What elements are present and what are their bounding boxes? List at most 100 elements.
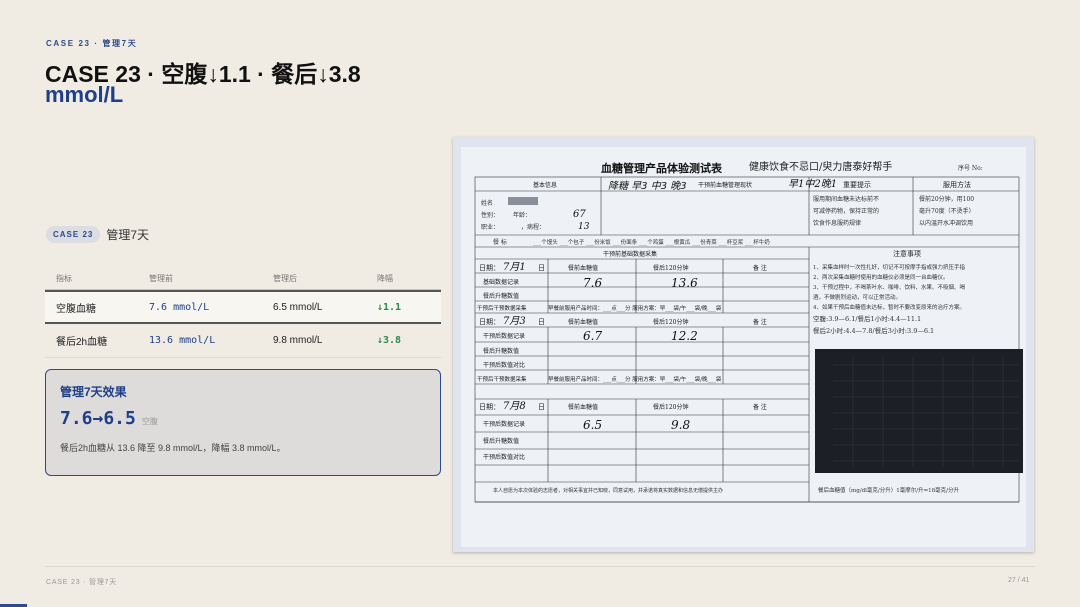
row-drop: ↓1.1 (377, 301, 402, 313)
page-title-unit: mmol/L (45, 82, 124, 107)
case-subtitle: 管理7天 (106, 228, 150, 242)
form-basic-record: 基础数据记录 (483, 278, 519, 286)
table-row: 餐后2h血糖 13.6 mmol/L 9.8 mmol/L ↓3.8 (45, 324, 441, 358)
reference-range: 空腹:3.9—6.1/餐后1小时:4.4—11.1 (813, 314, 921, 323)
form-plan-2: 早餐前服用产品时间：___点___分 服用方案：早___袋/午___袋/晚___… (548, 375, 722, 383)
form-collect-head: 干预前基础数据采集 (603, 250, 657, 258)
form-basic-info: 基本信息 (533, 181, 557, 189)
eyebrow: CASE 23 · 管理7天 (46, 39, 138, 48)
form-status-head: 干预前血糖管理现状 (698, 181, 752, 189)
header-after: 管理后 (273, 274, 297, 283)
case-pill: CASE 23 (46, 226, 101, 243)
note-line: 1、采集血样时一次性扎好，切记不可按摩手指或强力挤压手指 (813, 263, 966, 271)
form-value-1b: 13.6 (671, 276, 698, 290)
form-label-age: 年龄： (513, 211, 531, 219)
form-rise-3: 餐后升糖数值 (483, 437, 519, 445)
note-line: 3、干预过程中，不喝茶叶水、咖啡、饮料、水果、不吸烟、喝 (813, 283, 966, 291)
comparison-table: 指标 管理前 管理后 降幅 空腹血糖 7.6 mmol/L 6.5 mmol/L… (45, 268, 441, 358)
form-label-name: 姓名 (481, 199, 493, 207)
result-card: 管理7天效果 7.6→6.5 空腹 餐后2h血糖从 13.6 降至 9.8 mm… (45, 369, 441, 476)
form-label-job: 职业： (481, 223, 499, 231)
redacted-name (508, 197, 538, 205)
form-svg: 血糖管理产品体验测试表 健康饮食不忌口/臾力唐泰好帮手 序号 No: 基本信息 … (461, 147, 1026, 547)
form-plan-1: 早餐前服用产品时间：___点___分 服用方案：早___袋/午___袋/晚___… (548, 304, 722, 312)
form-serial: 序号 No: (958, 164, 983, 172)
row-before: 13.6 mmol/L (149, 335, 216, 346)
note-line: 4、如果干预后血糖值未达标，暂时不要改变原来的治疗方案。 (813, 303, 965, 311)
form-intervene-1: 干预后干预数据采集 (477, 304, 527, 312)
form-date-label: 日期： (479, 264, 500, 272)
form-title: 血糖管理产品体验测试表 (601, 161, 723, 175)
form-date-label: 日期： (479, 403, 500, 411)
method-line: 毫升70度（不烫手） (919, 207, 975, 215)
form-rise-1: 餐后升糖数值 (483, 292, 519, 300)
table-row: 空腹血糖 7.6 mmol/L 6.5 mmol/L ↓1.1 (45, 290, 441, 324)
form-value-2b: 12.2 (671, 329, 698, 343)
row-before: 7.6 mmol/L (149, 301, 210, 313)
form-date3: 7月8 (503, 401, 526, 412)
page-number: 27 / 41 (1008, 577, 1030, 584)
form-hand-name: 降糖 早3 中3 晚3 (608, 180, 687, 192)
test-form-photo: 血糖管理产品体验测试表 健康饮食不忌口/臾力唐泰好帮手 序号 No: 基本信息 … (453, 137, 1034, 552)
form-day-unit: 日 (538, 318, 545, 326)
form-post-head: 餐后120分钟 (653, 264, 688, 272)
glucose-chart-dark (815, 349, 1023, 473)
form-age-value: 67 (573, 209, 586, 220)
note-line: 酒，不做剧烈运动，可以正常活动。 (813, 293, 901, 301)
card-metric: 7.6→6.5 空腹 (60, 408, 426, 429)
tip-line: 可减停药物，保持正常的 (813, 207, 879, 215)
header-indicator: 指标 (56, 274, 72, 283)
form-day-unit: 日 (538, 264, 545, 272)
form-label-gender: 性别： (481, 211, 499, 219)
form-rise-2: 餐后升糖数值 (483, 347, 519, 355)
method-line: 餐前20分钟，用100 (919, 195, 974, 203)
row-name: 餐后2h血糖 (56, 337, 108, 348)
note-line: 2、两次采集血糖时使用的血糖仪必须是同一台血糖仪。 (813, 273, 949, 281)
card-text: 餐后2h血糖从 13.6 降至 9.8 mmol/L，降幅 3.8 mmol/L… (60, 443, 286, 453)
form-intervene-2: 干预后干预数据采集 (477, 375, 527, 383)
case-header: CASE 23 管理7天 (46, 226, 149, 243)
tip-line: 饮食作息服药规律 (813, 219, 861, 227)
form-date-label: 日期： (479, 318, 500, 326)
reference-range: 餐后2小时:4.4—7.8/餐后3小时:3.9—6.1 (813, 326, 934, 335)
row-drop: ↓3.8 (377, 335, 402, 346)
form-tips-head: 重要提示 (843, 180, 871, 189)
form-date2: 7月3 (503, 316, 526, 327)
form-diet-items: ___个馒头 ___个包子 ___份米饭 ___份面条 ___个鸡蛋 ___根黄… (533, 238, 770, 246)
form-after-record: 干预后数据记录 (483, 420, 525, 428)
form-remarks-head: 备 注 (753, 264, 767, 272)
form-value-3b: 9.8 (671, 418, 690, 432)
table-header: 指标 管理前 管理后 降幅 (45, 268, 441, 290)
tip-line: 服用期间血糖未达标前不 (813, 195, 879, 203)
form-years-value: 13 (578, 222, 590, 232)
form-value-2a: 6.7 (583, 329, 602, 343)
form-hand-status: 早1中2晚1 (788, 178, 837, 190)
row-name: 空腹血糖 (56, 303, 96, 315)
footer-divider (45, 566, 1035, 567)
row-after: 9.8 mmol/L (273, 335, 323, 346)
form-footer-left: 本人自愿为本次体验的志愿者，对相关事宜并已知晓，同意试用，并承诺将真实数据和信息… (493, 487, 723, 494)
form-remarks-head: 备 注 (753, 403, 767, 411)
form-fasting-head: 餐前血糖值 (568, 264, 598, 272)
form-date1: 7月1 (503, 262, 526, 273)
method-line: 以内温开水冲调饮用 (919, 219, 973, 227)
form-diet-label: 餐 标 (493, 238, 507, 246)
form-remarks-head: 备 注 (753, 318, 767, 326)
card-big-label: 空腹 (141, 417, 158, 426)
card-title: 管理7天效果 (60, 385, 127, 399)
form-compare-2: 干预后数值对比 (483, 361, 525, 369)
form-after-record: 干预后数据记录 (483, 332, 525, 340)
form-notes-head: 注意事项 (893, 249, 921, 258)
form-post-head: 餐后120分钟 (653, 403, 688, 411)
form-fasting-head: 餐前血糖值 (568, 403, 598, 411)
header-drop: 降幅 (377, 274, 393, 283)
form-footer-right: 餐后血糖值（mg/dl毫克/分升）1毫摩尔/升=18毫克/分升 (818, 486, 960, 494)
form-method-head: 服用方法 (943, 180, 971, 189)
form-day-unit: 日 (538, 403, 545, 411)
form-value-1a: 7.6 (583, 276, 602, 290)
form-post-head: 餐后120分钟 (653, 318, 688, 326)
form-slogan: 健康饮食不忌口/臾力唐泰好帮手 (749, 160, 892, 173)
form-label-disease: ，病程： (521, 223, 545, 231)
form-fasting-head: 餐前血糖值 (568, 318, 598, 326)
header-before: 管理前 (149, 274, 173, 283)
